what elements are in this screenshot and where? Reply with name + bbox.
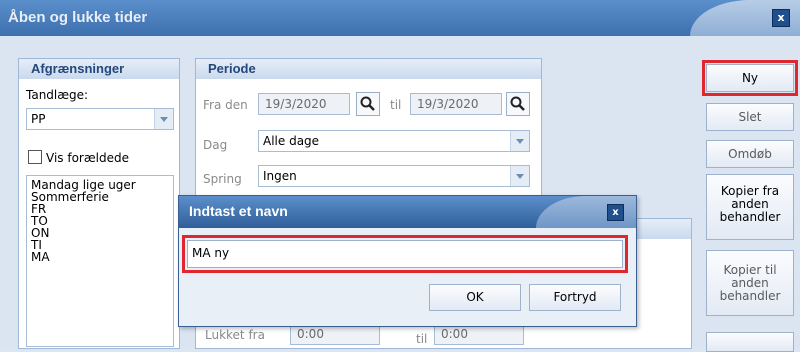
dag-label: Dag <box>203 138 228 152</box>
spring-value: Ingen <box>263 169 297 183</box>
list-item[interactable]: TO <box>31 215 169 227</box>
ny-button-highlight <box>702 60 798 96</box>
tandlaege-value: PP <box>31 112 46 126</box>
chevron-down-icon[interactable] <box>510 166 529 186</box>
search-icon[interactable] <box>356 92 380 116</box>
kopier-til-line: behandler <box>719 289 781 303</box>
ok-button[interactable]: OK <box>429 284 521 311</box>
chevron-down-icon[interactable] <box>154 109 173 129</box>
kopier-til-button[interactable]: Kopier til anden behandler <box>706 250 794 316</box>
vis-foraeldede-label: Vis forældede <box>46 151 129 165</box>
lukket-til-label: til <box>416 332 428 346</box>
list-item[interactable]: TI <box>31 239 169 251</box>
list-item[interactable]: FR <box>31 203 169 215</box>
cancel-button[interactable]: Fortryd <box>529 284 621 311</box>
name-input-highlight <box>182 235 628 273</box>
window-title: Åben og lukke tider <box>8 9 148 26</box>
afgraensninger-header: Afgrænsninger <box>19 59 179 79</box>
fra-den-field[interactable]: 19/3/2020 <box>258 93 350 115</box>
kopier-fra-button[interactable]: Kopier fra anden behandler <box>706 174 794 240</box>
omdoeb-button[interactable]: Omdøb <box>706 140 794 168</box>
afgraensninger-list[interactable]: Mandag lige uger Sommerferie FR TO ON TI… <box>26 175 174 347</box>
til-field[interactable]: 19/3/2020 <box>410 93 502 115</box>
dialog-close-icon[interactable]: x <box>607 204 624 221</box>
name-dialog: Indtast et navn x MA ny OK Fortryd <box>178 195 637 327</box>
spring-select[interactable]: Ingen <box>258 165 530 187</box>
til-label: til <box>390 98 402 112</box>
kopier-fra-line: behandler <box>719 210 781 224</box>
slet-button[interactable]: Slet <box>706 103 794 131</box>
window-close-icon[interactable]: x <box>772 9 790 27</box>
dag-select[interactable]: Alle dage <box>258 130 530 152</box>
fra-den-label: Fra den <box>203 98 248 112</box>
list-item[interactable]: ON <box>31 227 169 239</box>
tandlaege-select[interactable]: PP <box>26 108 174 130</box>
window-titlebar: Åben og lukke tider x <box>0 0 800 36</box>
search-icon[interactable] <box>506 92 530 116</box>
list-item[interactable]: Sommerferie <box>31 191 169 203</box>
partial-button[interactable] <box>706 332 794 352</box>
list-item[interactable]: MA <box>31 251 169 263</box>
vis-foraeldede-checkbox[interactable] <box>28 150 42 164</box>
tandlaege-label: Tandlæge: <box>26 88 89 102</box>
dag-value: Alle dage <box>263 134 320 148</box>
chevron-down-icon[interactable] <box>510 131 529 151</box>
spring-label: Spring <box>203 172 242 186</box>
periode-header: Periode <box>196 59 541 79</box>
dialog-title: Indtast et navn <box>189 203 288 219</box>
dialog-titlebar: Indtast et navn x <box>179 196 636 228</box>
lukket-fra-label: Lukket fra <box>205 328 265 342</box>
